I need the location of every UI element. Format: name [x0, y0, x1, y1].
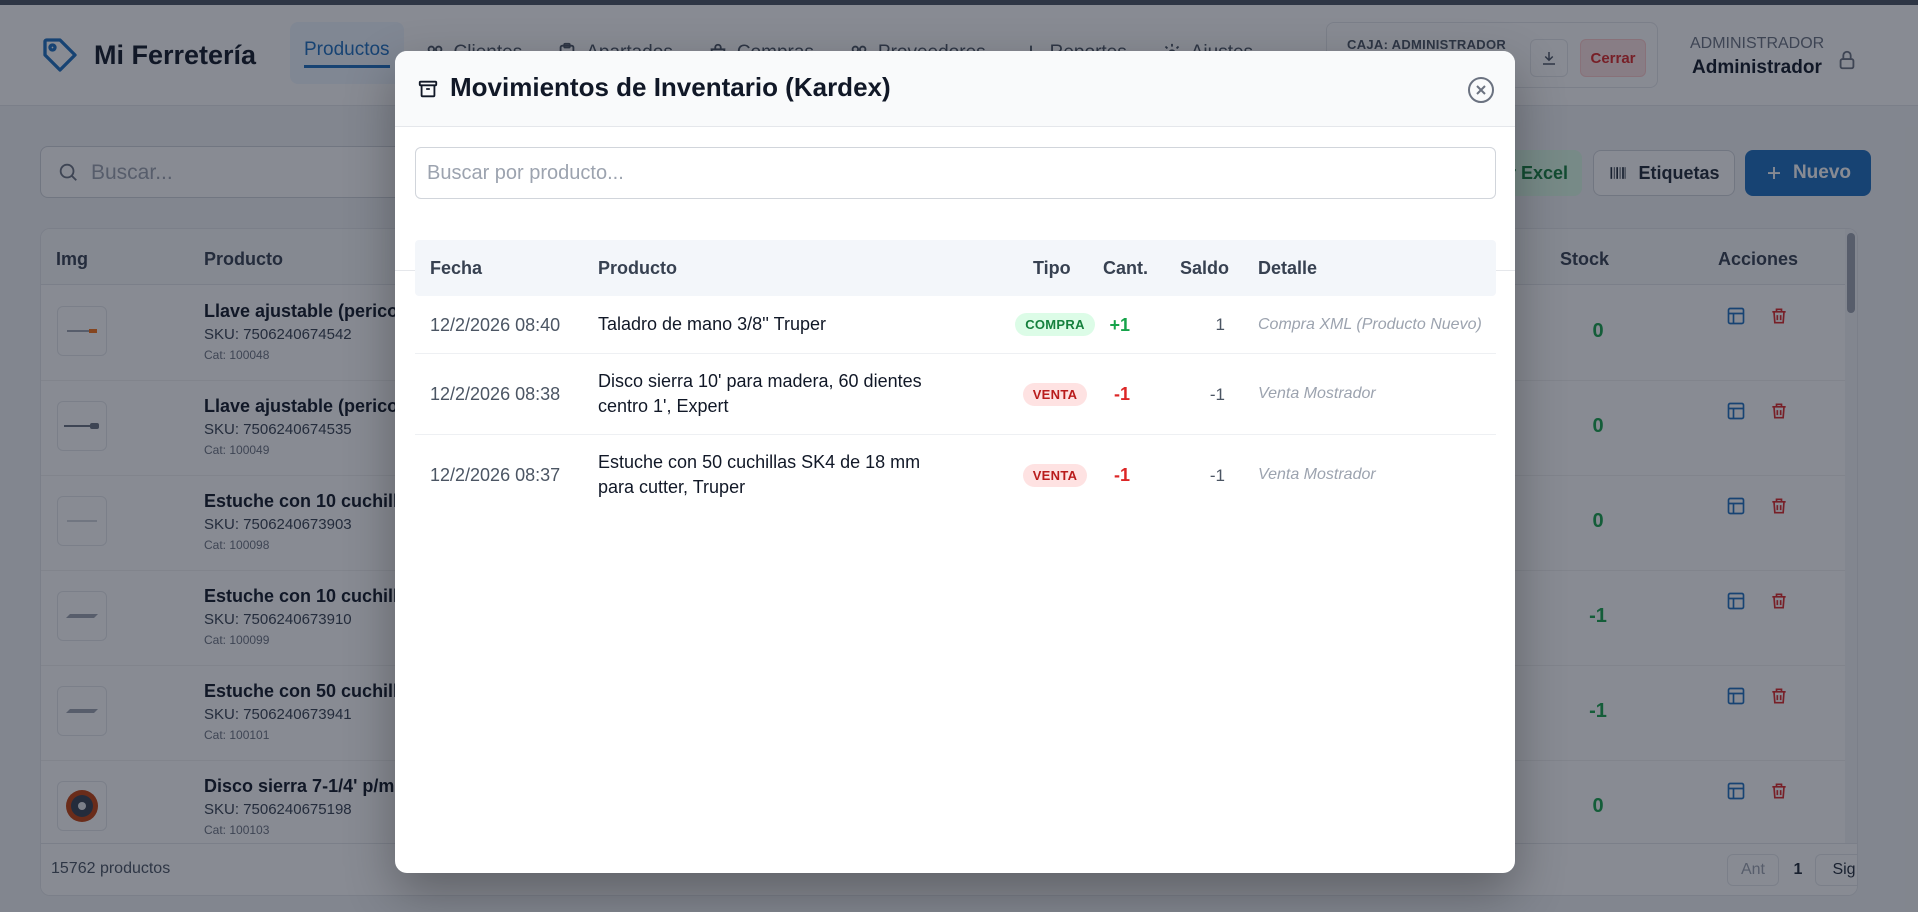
close-icon[interactable]	[1466, 75, 1496, 105]
col-balance: Saldo	[1180, 258, 1230, 278]
kardex-table-header: Fecha Producto Tipo Cant. Saldo Detalle	[415, 240, 1496, 296]
movement-balance: -1	[1209, 466, 1225, 485]
movement-balance: -1	[1209, 385, 1225, 404]
movement-date: 12/2/2026 08:38	[430, 384, 561, 404]
movement-qty: -1	[1113, 465, 1130, 485]
kardex-table: Fecha Producto Tipo Cant. Saldo Detalle …	[415, 240, 1496, 516]
movement-product: Disco sierra 10' para madera, 60 dientes…	[598, 371, 922, 416]
col-qty: Cant.	[1103, 258, 1148, 278]
movement-date: 12/2/2026 08:37	[430, 465, 561, 485]
modal-header: Movimientos de Inventario (Kardex)	[395, 51, 1515, 127]
movement-date: 12/2/2026 08:40	[430, 315, 561, 335]
col-detail: Detalle	[1258, 258, 1318, 278]
movement-qty: +1	[1109, 315, 1130, 335]
movement-qty: -1	[1113, 384, 1130, 404]
col-date: Fecha	[430, 258, 483, 278]
table-row[interactable]: 12/2/2026 08:38 Disco sierra 10' para ma…	[415, 354, 1496, 435]
kardex-search-input[interactable]	[415, 147, 1496, 199]
kardex-modal: Movimientos de Inventario (Kardex) Fecha…	[395, 51, 1515, 873]
movement-detail: Compra XML (Producto Nuevo)	[1258, 316, 1482, 333]
movement-product: Estuche con 50 cuchillas SK4 de 18 mm pa…	[598, 452, 921, 497]
movement-detail: Venta Mostrador	[1258, 385, 1376, 402]
table-row[interactable]: 12/2/2026 08:40 Taladro de mano 3/8'' Tr…	[415, 296, 1496, 354]
archive-icon	[418, 80, 438, 98]
table-row[interactable]: 12/2/2026 08:37 Estuche con 50 cuchillas…	[415, 435, 1496, 516]
col-product: Producto	[598, 258, 677, 278]
movement-detail: Venta Mostrador	[1258, 466, 1376, 483]
movement-product: Taladro de mano 3/8'' Truper	[598, 314, 827, 334]
modal-title: Movimientos de Inventario (Kardex)	[450, 72, 891, 102]
movement-balance: 1	[1215, 315, 1225, 334]
col-type: Tipo	[1033, 258, 1071, 278]
